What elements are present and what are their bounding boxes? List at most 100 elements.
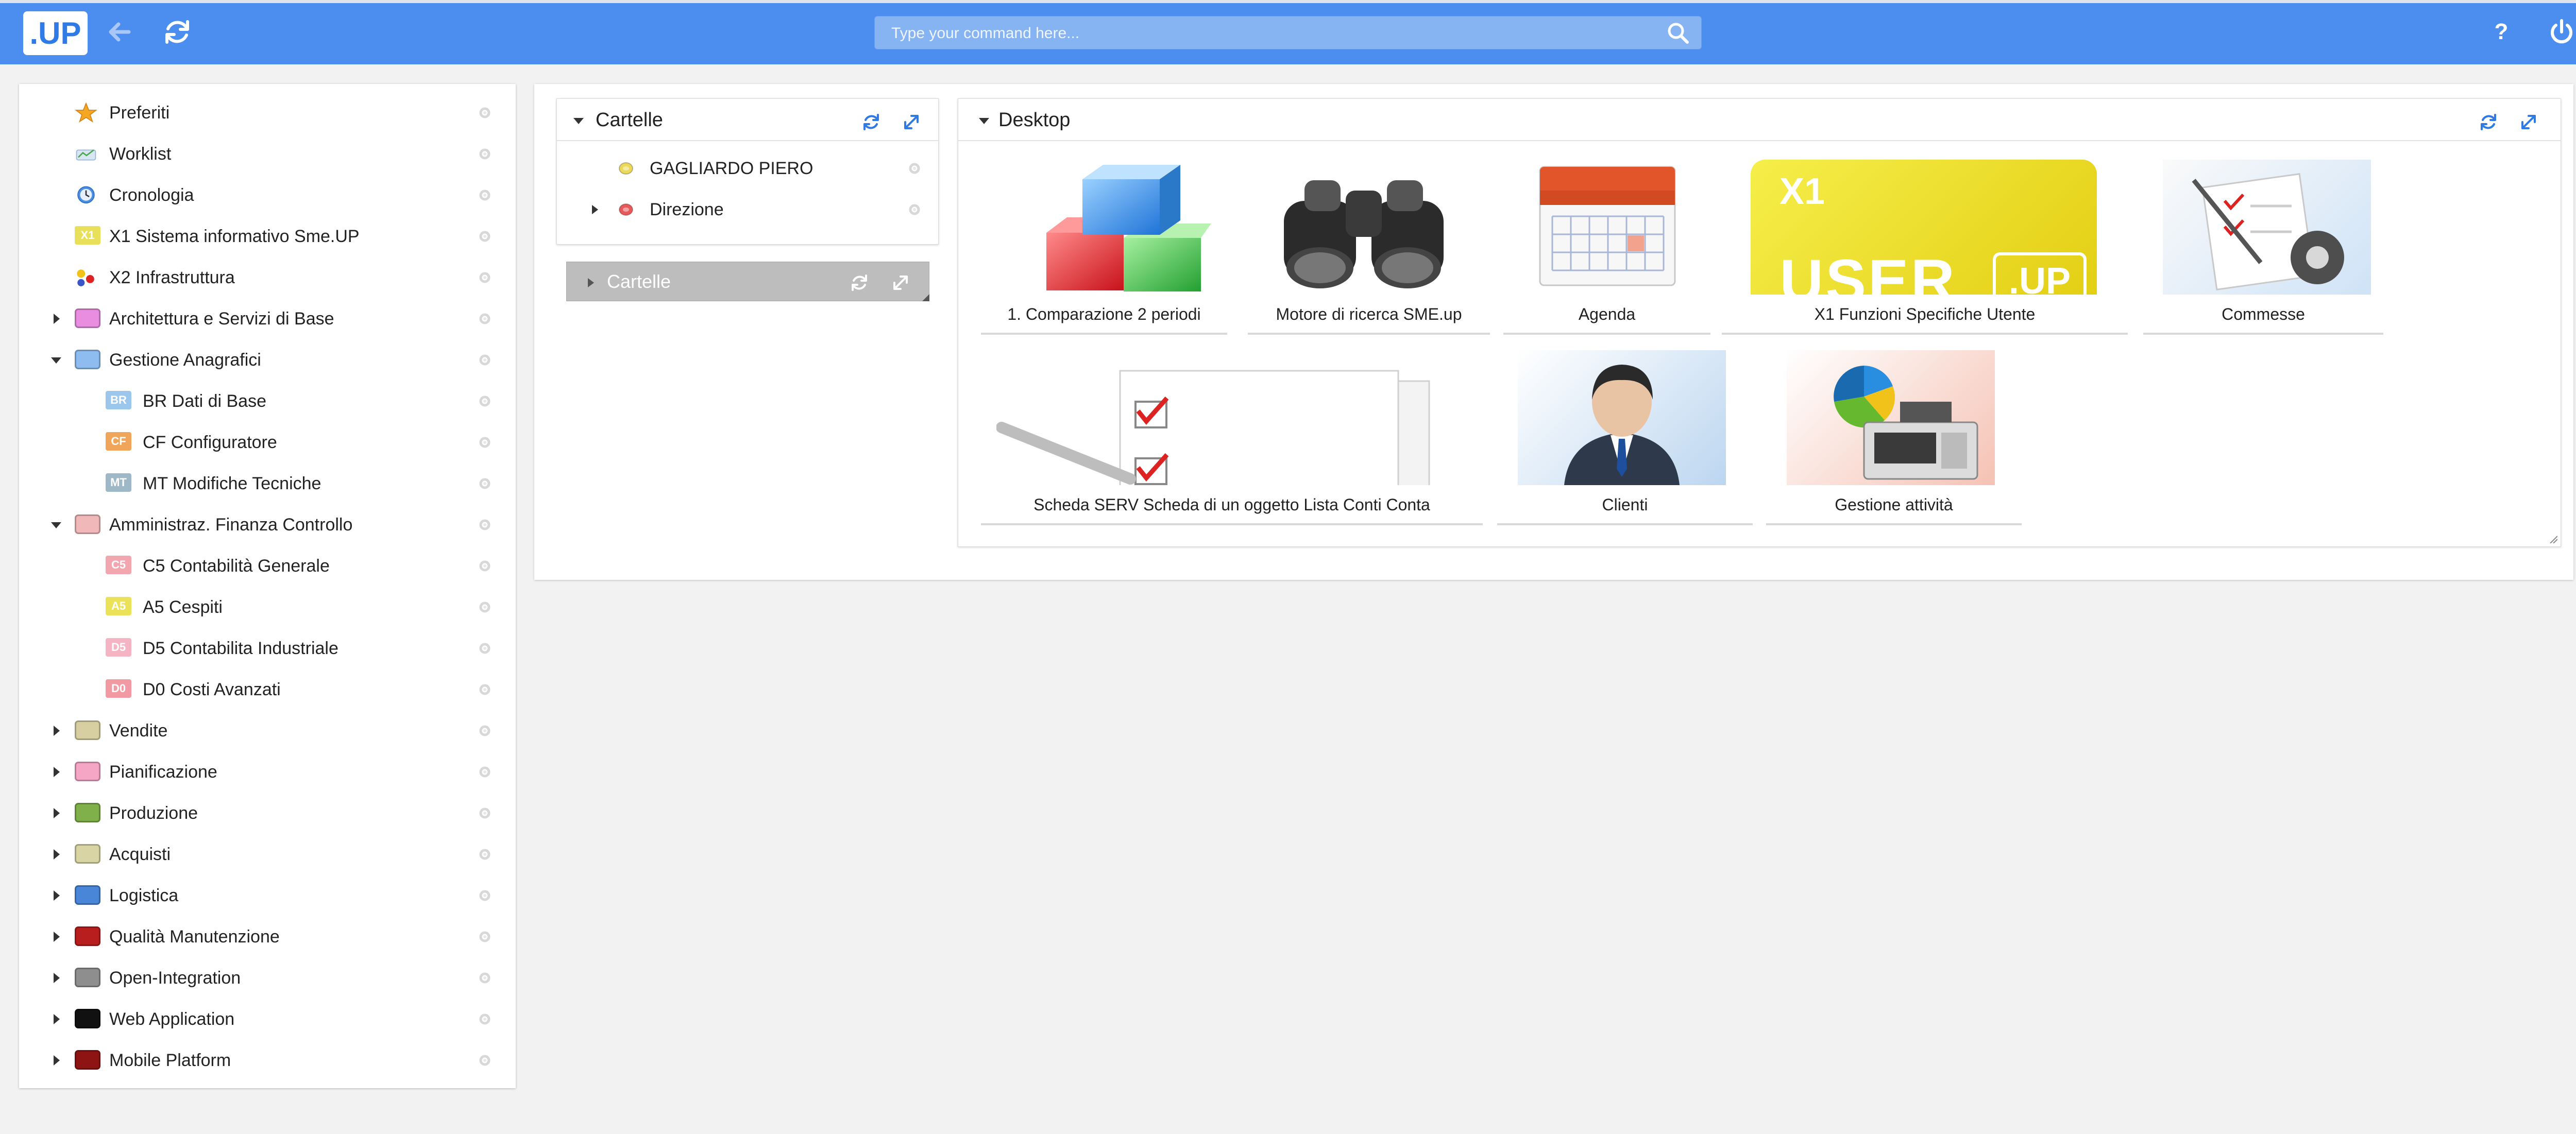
gear-icon[interactable] <box>478 518 492 532</box>
caret-right-icon[interactable] <box>49 971 63 985</box>
gear-icon[interactable] <box>478 682 492 697</box>
gear-icon[interactable] <box>478 188 492 202</box>
gear-icon[interactable] <box>478 641 492 656</box>
gear-icon[interactable] <box>478 600 492 614</box>
desktop-header[interactable]: Desktop <box>958 99 2561 141</box>
gear-icon[interactable] <box>478 1053 492 1068</box>
gear-icon[interactable] <box>478 888 492 903</box>
module-color-icon <box>75 514 100 535</box>
gear-icon[interactable] <box>478 930 492 944</box>
menu-item[interactable]: A5 A5 Cespiti <box>19 587 516 628</box>
menu-item[interactable]: Gestione Anagrafici <box>19 339 516 381</box>
caret-right-icon[interactable] <box>589 202 601 217</box>
expand-icon[interactable] <box>890 272 911 293</box>
expand-icon[interactable] <box>2518 112 2539 132</box>
cartelle-header[interactable]: Cartelle <box>557 99 938 141</box>
gear-icon[interactable] <box>478 724 492 738</box>
menu-item[interactable]: MT MT Modifiche Tecniche <box>19 463 516 504</box>
gear-icon[interactable] <box>478 476 492 491</box>
menu-item[interactable]: Logistica <box>19 875 516 916</box>
gear-icon[interactable] <box>478 312 492 326</box>
gear-icon[interactable] <box>478 435 492 450</box>
menu-item[interactable]: C5 C5 Contabilità Generale <box>19 545 516 587</box>
caret-right-icon[interactable] <box>586 277 596 288</box>
gear-icon[interactable] <box>478 1012 492 1026</box>
caret-right-icon[interactable] <box>49 1053 63 1068</box>
desktop-tile[interactable]: 1. Comparazione 2 periodi <box>981 160 1227 335</box>
menu-item[interactable]: D5 D5 Contabilita Industriale <box>19 628 516 669</box>
gear-icon[interactable] <box>478 394 492 408</box>
desktop-tile[interactable]: Clienti <box>1497 350 1753 527</box>
gear-icon[interactable] <box>478 106 492 120</box>
clock-icon <box>75 185 97 205</box>
menu-item[interactable]: Amministraz. Finanza Controllo <box>19 504 516 545</box>
menu-item[interactable]: Mobile Platform <box>19 1040 516 1081</box>
menu-item[interactable]: BR BR Dati di Base <box>19 381 516 422</box>
cartelle-collapsed-bar[interactable]: Cartelle <box>566 262 929 301</box>
caret-right-icon[interactable] <box>49 1012 63 1026</box>
caret-right-icon[interactable] <box>49 724 63 738</box>
menu-item[interactable]: D0 D0 Costi Avanzati <box>19 669 516 710</box>
desktop-tile[interactable]: Commesse <box>2143 160 2383 335</box>
arrow-left-icon[interactable] <box>103 15 136 48</box>
caret-right-icon[interactable] <box>49 888 63 903</box>
gear-icon[interactable] <box>478 270 492 285</box>
caret-down-icon[interactable] <box>49 518 63 532</box>
caret-right-icon[interactable] <box>49 930 63 944</box>
help-icon[interactable]: ? <box>2491 18 2512 46</box>
refresh-icon[interactable] <box>161 15 194 48</box>
checklist-gear-icon <box>2163 160 2371 295</box>
menu-item[interactable]: Pianificazione <box>19 751 516 793</box>
menu-item[interactable]: CF CF Configuratore <box>19 422 516 463</box>
module-color-icon <box>75 885 100 906</box>
gear-icon[interactable] <box>478 353 492 367</box>
menu-item[interactable]: Cronologia <box>19 175 516 216</box>
power-icon[interactable] <box>2546 16 2576 47</box>
refresh-icon[interactable] <box>2478 112 2499 132</box>
expand-icon[interactable] <box>901 112 922 132</box>
gear-icon[interactable] <box>478 229 492 244</box>
command-input[interactable] <box>890 16 1645 50</box>
gear-icon[interactable] <box>907 161 922 176</box>
caret-down-icon[interactable] <box>49 353 63 367</box>
gear-icon[interactable] <box>478 147 492 161</box>
menu-item[interactable]: Acquisti <box>19 834 516 875</box>
caret-down-icon[interactable] <box>572 116 585 126</box>
menu-item[interactable]: Preferiti <box>19 92 516 133</box>
refresh-icon[interactable] <box>849 272 870 293</box>
gear-icon[interactable] <box>478 806 492 820</box>
user-up-banner-icon: X1 USER .UP <box>1751 160 2097 295</box>
caret-right-icon[interactable] <box>49 312 63 326</box>
app-logo[interactable]: .UP <box>23 11 88 55</box>
desktop-tile[interactable]: Gestione attività <box>1766 350 2022 527</box>
menu-item[interactable]: Web Application <box>19 999 516 1040</box>
gear-icon[interactable] <box>478 847 492 862</box>
search-icon[interactable] <box>1666 21 1690 45</box>
resize-handle-icon[interactable] <box>922 294 929 301</box>
gear-icon[interactable] <box>907 202 922 217</box>
menu-item[interactable]: X1 X1 Sistema informativo Sme.UP <box>19 216 516 257</box>
menu-item[interactable]: X2 Infrastruttura <box>19 257 516 298</box>
module-color-icon <box>75 803 100 823</box>
caret-right-icon[interactable] <box>49 765 63 779</box>
caret-right-icon[interactable] <box>49 806 63 820</box>
menu-item[interactable]: Open-Integration <box>19 957 516 999</box>
desktop-tile[interactable]: Scheda SERV Scheda di un oggetto Lista C… <box>981 350 1483 527</box>
menu-item[interactable]: Produzione <box>19 793 516 834</box>
folder-item[interactable]: Direzione <box>557 189 939 230</box>
menu-item[interactable]: Architettura e Servizi di Base <box>19 298 516 339</box>
refresh-icon[interactable] <box>861 112 882 132</box>
caret-down-icon[interactable] <box>978 116 990 126</box>
desktop-tile[interactable]: Agenda <box>1503 160 1710 335</box>
desktop-tile[interactable]: X1 USER .UP X1 Funzioni Specifiche Utent… <box>1722 160 2128 335</box>
resize-handle-icon[interactable] <box>2549 535 2557 543</box>
menu-item[interactable]: Vendite <box>19 710 516 751</box>
folder-item[interactable]: GAGLIARDO PIERO <box>557 148 939 189</box>
gear-icon[interactable] <box>478 559 492 573</box>
menu-item[interactable]: Worklist <box>19 133 516 175</box>
menu-item[interactable]: Qualità Manutenzione <box>19 916 516 957</box>
caret-right-icon[interactable] <box>49 847 63 862</box>
desktop-tile[interactable]: Motore di ricerca SME.up <box>1248 160 1490 335</box>
gear-icon[interactable] <box>478 765 492 779</box>
gear-icon[interactable] <box>478 971 492 985</box>
